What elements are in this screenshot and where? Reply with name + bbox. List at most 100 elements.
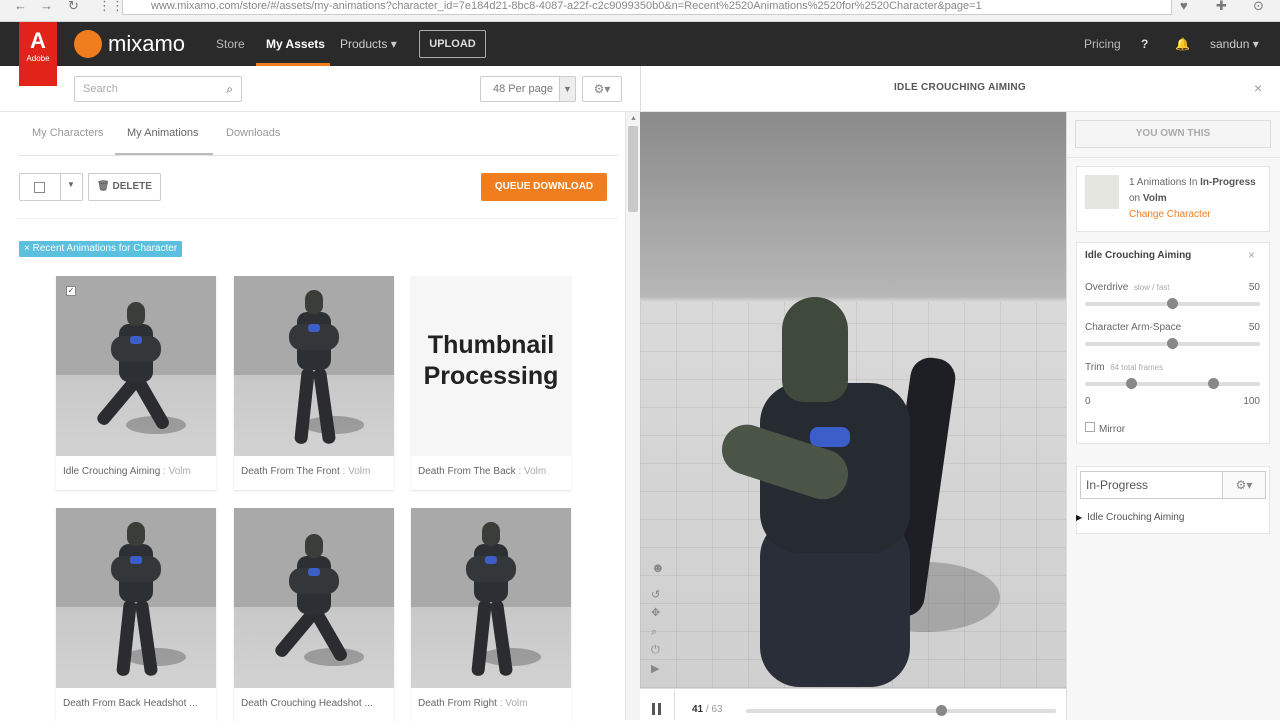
tab-my-animations[interactable]: My Animations [127,113,199,155]
heart-icon[interactable]: ♥ [1180,0,1188,14]
character-info-text: 1 Animations In In-Progress on Volm Chang… [1129,175,1264,223]
adobe-logo-letter: A [30,28,46,53]
per-page-select[interactable]: 48 Per page ▼ [480,76,576,102]
timeline-track[interactable] [746,709,1056,713]
power-icon[interactable]: ⏻ [651,644,660,657]
card-caption: Idle Crouching Aiming : Volm [63,466,191,477]
trim-slider[interactable] [1085,382,1260,386]
3d-viewport[interactable] [640,112,1066,688]
zoom-icon[interactable]: ⌕ [651,626,657,639]
viewer-title: IDLE CROUCHING AIMING [893,82,1027,93]
mixamo-logo-text[interactable]: mixamo [108,22,185,66]
trim-start-knob[interactable] [1126,378,1137,389]
nav-pricing[interactable]: Pricing [1084,22,1121,66]
animation-name: Idle Crouching Aiming [1085,250,1192,261]
chevron-down-icon[interactable]: ▼ [67,180,75,189]
camera-icon[interactable]: ▶ [651,662,659,675]
per-page-value: 48 Per page [493,83,553,95]
animation-thumbnail[interactable] [411,508,571,688]
nav-store[interactable]: Store [216,22,245,66]
help-icon[interactable]: ? [1141,22,1148,66]
animation-card[interactable]: Death Crouching Headshot ... [234,508,394,722]
tabs-divider [18,155,618,156]
nav-my-assets[interactable]: My Assets [266,22,325,66]
mirror-label: Mirror [1099,424,1126,435]
animation-thumbnail[interactable] [234,276,394,456]
queue-item[interactable]: ▶ Idle Crouching Aiming [1076,512,1184,523]
scrollbar[interactable]: ▲ [625,112,640,720]
divider [18,218,618,219]
animation-thumbnail[interactable] [56,508,216,688]
forward-icon[interactable]: → [40,0,53,14]
animation-card[interactable]: Death From Right : Volm [411,508,571,722]
trim-end-knob[interactable] [1208,378,1219,389]
close-icon[interactable]: × [1248,248,1255,262]
adobe-logo-text: Adobe [26,54,50,63]
arm-space-value: 50 [1248,322,1260,333]
animation-thumbnail[interactable] [234,508,394,688]
character-model [710,297,970,688]
upload-button[interactable]: UPLOAD [419,30,486,58]
close-icon[interactable]: × [1254,80,1262,96]
search-placeholder: Search [83,83,118,95]
delete-button[interactable]: 🗑 DELETE [88,173,161,201]
mirror-checkbox[interactable] [1085,422,1095,432]
chevron-down-icon[interactable]: ▼ [559,77,575,101]
scroll-up-icon[interactable]: ▲ [630,115,637,122]
reload-icon[interactable]: ↻ [68,0,79,14]
animation-card[interactable]: Death From Back Headshot ... [56,508,216,722]
trim-label: Trim 64 total frames [1085,362,1164,373]
skeleton-icon[interactable]: ☻ [651,560,665,575]
thumbnail-processing: Thumbnail Processing [411,276,571,456]
own-status-button: YOU OWN THIS [1075,120,1271,148]
frame-counter: 41 / 63 [692,704,723,715]
search-input[interactable]: Search ⌕ [74,76,242,102]
filter-tag[interactable]: × Recent Animations for Character [19,241,183,257]
scrollbar-thumb[interactable] [628,126,638,212]
divider [60,174,61,200]
card-caption: Death From The Back : Volm [418,466,547,477]
change-character-link[interactable]: Change Character [1129,207,1264,223]
animation-card[interactable]: Thumbnail Processing Death From The Back… [411,276,571,490]
user-menu[interactable]: sandun ▾ [1210,22,1259,66]
pan-icon[interactable]: ✥ [651,606,660,619]
back-icon[interactable]: ← [14,0,27,14]
trim-min: 0 [1085,396,1091,407]
overdrive-value: 50 [1248,282,1260,293]
overdrive-slider-knob[interactable] [1167,298,1178,309]
tab-my-characters[interactable]: My Characters [32,113,104,155]
download-icon[interactable]: ⊙ [1253,0,1264,14]
tab-downloads[interactable]: Downloads [226,113,280,155]
search-icon[interactable]: ⌕ [226,77,233,101]
queue-select[interactable]: In-Progress [1080,471,1223,499]
bell-icon[interactable]: 🔔 [1175,22,1190,66]
top-nav: mixamo Store My Assets Products ▾ UPLOAD… [0,22,1280,66]
character-figure [106,522,166,682]
card-caption: Death From Right : Volm [418,698,528,709]
mixamo-logo-icon[interactable] [74,30,102,58]
adobe-logo[interactable]: A Adobe [19,22,57,86]
settings-gear-button[interactable]: ⚙▾ [582,76,622,102]
character-figure [284,290,344,450]
caret-right-icon: ▶ [1076,513,1083,522]
extension-icon[interactable]: ✚ [1216,0,1227,14]
animation-thumbnail[interactable]: ✓ [56,276,216,456]
browser-toolbar: ← → ↻ ⋮⋮ www.mixamo.com/store/#/assets/m… [0,0,1280,22]
apps-icon[interactable]: ⋮⋮ [98,0,124,14]
character-figure [94,302,172,456]
queue-gear-button[interactable]: ⚙▾ [1222,471,1266,499]
address-bar[interactable]: www.mixamo.com/store/#/assets/my-animati… [122,0,1172,15]
reset-view-icon[interactable]: ↺ [651,588,660,601]
select-all-checkbox[interactable] [34,182,45,193]
pause-icon[interactable] [652,703,662,715]
card-checkbox[interactable]: ✓ [66,286,76,296]
animation-card[interactable]: Death From The Front : Volm [234,276,394,490]
queue-download-button[interactable]: QUEUE DOWNLOAD [481,173,607,201]
nav-products[interactable]: Products ▾ [340,22,397,66]
animation-card[interactable]: ✓ Idle Crouching Aiming : Volm [56,276,216,490]
character-figure [272,534,350,688]
arm-space-slider-knob[interactable] [1167,338,1178,349]
select-all-dropdown[interactable]: ▼ [19,173,83,201]
overdrive-label: Overdrive slow / fast [1085,282,1170,293]
card-caption: Death Crouching Headshot ... [241,698,373,709]
